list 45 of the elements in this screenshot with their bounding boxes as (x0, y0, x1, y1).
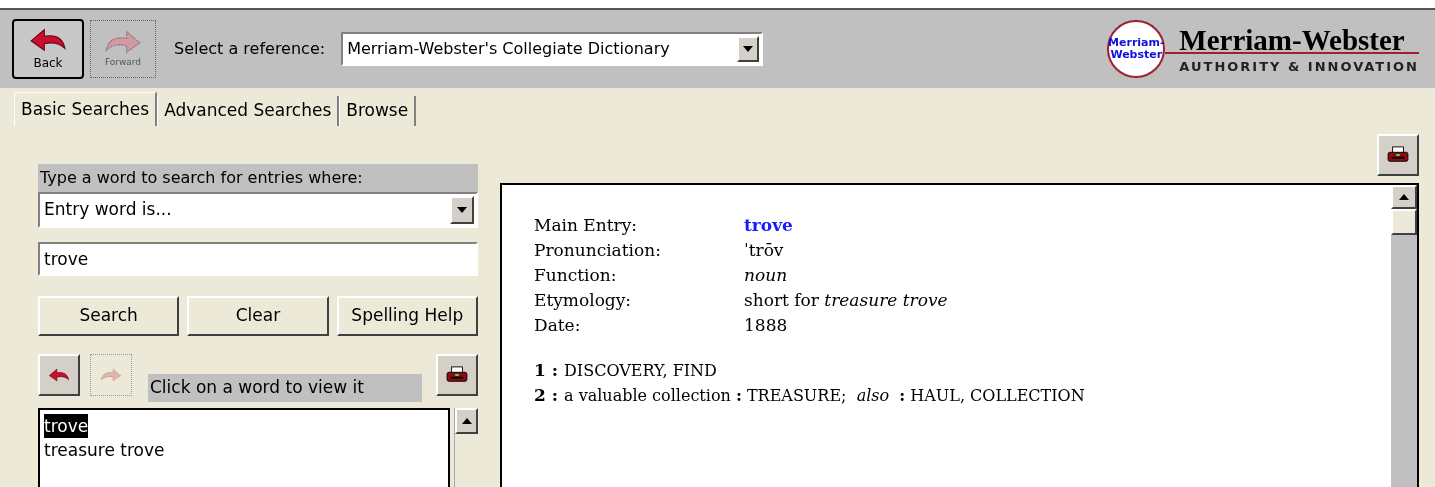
results-hint: Click on a word to view it (148, 374, 422, 402)
back-arrow-icon (48, 367, 70, 383)
search-prompt: Type a word to search for entries where: (38, 164, 478, 192)
print-button[interactable] (1377, 134, 1419, 176)
scroll-thumb[interactable] (1391, 209, 1417, 235)
search-mode-dropdown[interactable]: Entry word is... (38, 192, 478, 228)
up-arrow-icon (1399, 194, 1409, 200)
field-value: short for treasure trove (744, 289, 948, 312)
forward-arrow-icon (100, 367, 122, 383)
action-button[interactable]: Clear (187, 296, 329, 336)
sense-definition: a valuable collection : TREASURE; also : HAUL, COLLECTION (564, 385, 1085, 407)
field-label: Main Entry: (534, 214, 638, 237)
field-value: trove (744, 214, 793, 237)
printer-icon (1387, 146, 1409, 164)
tab[interactable]: Browse (339, 96, 417, 126)
print-button[interactable] (436, 354, 478, 396)
sense-definition: DISCOVERY, FIND (564, 360, 717, 382)
scroll-up-button[interactable] (455, 408, 478, 434)
field-label: Function: (534, 264, 618, 287)
logo-name: Merriam-Webster (1179, 23, 1406, 57)
tab[interactable]: Advanced Searches (157, 96, 340, 126)
up-arrow-icon (461, 418, 472, 424)
field-value: noun (744, 264, 788, 287)
sense-number: 2 : (534, 384, 559, 407)
logo-badge-text: Webster (1110, 49, 1163, 61)
field-label: Etymology: (534, 289, 633, 312)
search-field[interactable]: trove (38, 242, 478, 276)
result-item[interactable]: trove (44, 414, 89, 438)
action-button[interactable]: Spelling Help (336, 296, 478, 336)
result-item[interactable]: treasure trove (44, 438, 165, 462)
history-back-button[interactable] (38, 354, 80, 396)
field-value: 1888 (744, 314, 788, 337)
action-button[interactable]: Search (38, 296, 180, 336)
logo-tagline: AUTHORITY & INNOVATION (1179, 59, 1419, 75)
printer-icon (446, 366, 468, 384)
sense-number: 1 : (534, 359, 559, 382)
back-arrow-icon (28, 26, 68, 54)
reference-dropdown[interactable]: Merriam-Webster's Collegiate Dictionary (341, 32, 764, 66)
scroll-up-button[interactable] (1391, 185, 1417, 209)
tab[interactable]: Basic Searches (14, 92, 158, 126)
back-button[interactable]: Back (12, 19, 84, 79)
reference-label: Select a reference: (174, 38, 326, 60)
field-value: ˈtrōv (744, 239, 784, 262)
field-label: Date: (534, 314, 582, 337)
field-label: Pronunciation: (534, 239, 662, 262)
